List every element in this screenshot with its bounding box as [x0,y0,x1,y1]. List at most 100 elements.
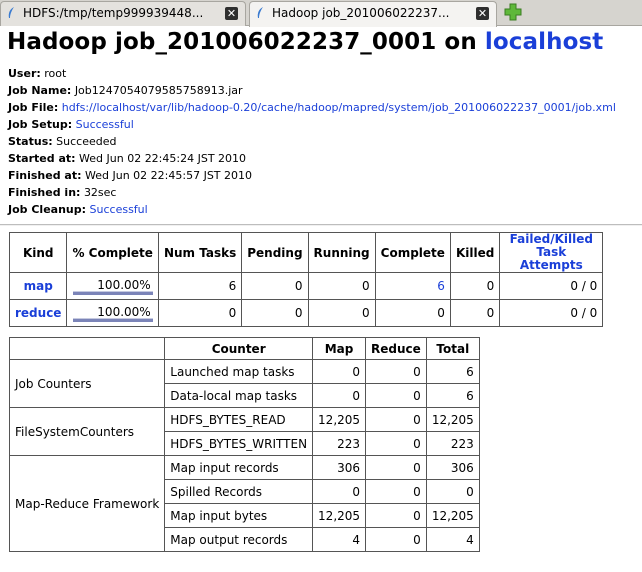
info-label: Finished at: [8,169,82,182]
reduce-value: 0 [365,503,427,528]
divider [0,224,642,226]
tab-hadoop-job[interactable]: Hadoop job_201006022237... ✕ [249,1,497,27]
feather-favicon-icon [8,7,14,18]
col-kind: Kind [8,232,68,273]
close-tab-icon[interactable]: ✕ [225,7,238,20]
job-file-link[interactable]: hdfs://localhost/var/lib/hadoop-0.20/cac… [62,101,616,114]
info-label: Job File: [8,101,59,114]
reduce-kind-link[interactable]: reduce [15,306,61,320]
host-link[interactable]: localhost [485,29,603,55]
col-counter: Counter [164,337,314,360]
info-label: Started at: [8,152,76,165]
reduce-value: 0 [365,407,427,432]
close-tab-icon[interactable]: ✕ [476,7,489,20]
total-value: 0 [425,479,480,504]
killed-cell: 0 [449,272,501,300]
percent-text: 100.00% [97,278,151,292]
info-label: User: [8,67,41,80]
counter-name: Map input bytes [164,503,314,528]
reduce-value: 0 [365,455,427,480]
reduce-value: 0 [365,383,427,408]
job-cleanup-link[interactable]: Successful [90,203,148,216]
counters-table: Counter Map Reduce Total Job Counters La… [8,337,480,552]
counter-name: Spilled Records [164,479,314,504]
pending-cell: 0 [241,299,309,327]
col-total: Total [425,337,480,360]
kind-cell: reduce [8,299,68,327]
progress-fill [72,318,153,322]
col-killed: Killed [449,232,501,273]
table-header-row: Kind % Complete Num Tasks Pending Runnin… [8,232,604,273]
total-value: 306 [425,455,480,480]
total-value: 223 [425,431,480,456]
killed-cell: 0 [449,299,501,327]
table-row: Map-Reduce Framework Map input records 3… [8,455,480,552]
total-value: 12,205 [425,503,480,528]
counter-name: Map input records [164,455,314,480]
failed-cell: 0 / 0 [499,299,604,327]
info-label: Job Cleanup: [8,203,87,216]
status-value: Succeeded [56,135,117,148]
new-tab-plus-icon[interactable] [504,3,522,21]
col-complete: Complete [374,232,451,273]
progress-fill [72,291,153,295]
col-failed-killed: Failed/Killed Task Attempts [499,232,604,273]
progress-bar: 100.00% [72,277,153,295]
group-cell: Map-Reduce Framework [8,455,166,552]
info-label: Status: [8,135,53,148]
tab-label: HDFS:/tmp/temp999939448... [23,6,204,20]
col-num-tasks: Num Tasks [157,232,243,273]
browser-tab-bar: HDFS:/tmp/temp999939448... ✕ Hadoop job_… [0,0,642,27]
reduce-value: 0 [365,359,427,384]
finished-value: Wed Jun 02 22:45:57 JST 2010 [85,169,253,182]
map-value: 306 [312,455,367,480]
counter-name: Map output records [164,527,314,552]
num-tasks-cell: 0 [157,299,243,327]
total-value: 4 [425,527,480,552]
title-prefix: Hadoop job_201006022237_0001 on [7,29,485,55]
percent-cell: 100.00% [66,299,159,327]
total-value: 12,205 [425,407,480,432]
tab-hdfs[interactable]: HDFS:/tmp/temp999939448... ✕ [0,1,246,26]
map-kind-link[interactable]: map [24,279,53,293]
table-row: map 100.00% 6 0 0 6 0 0 / 0 [8,272,604,300]
feather-favicon-icon [257,7,263,18]
counter-name: HDFS_BYTES_WRITTEN [164,431,314,456]
counter-name: Data-local map tasks [164,383,314,408]
job-name-value: Job1247054079585758913.jar [74,84,243,97]
page-title: Hadoop job_201006022237_0001 on localhos… [7,29,603,55]
total-value: 6 [425,359,480,384]
running-cell: 0 [307,272,376,300]
job-info: User: root Job Name: Job1247054079585758… [8,65,616,218]
progress-bar: 100.00% [72,304,153,322]
info-label: Job Name: [8,84,72,97]
map-value: 223 [312,431,367,456]
col-running: Running [307,232,376,273]
pending-cell: 0 [241,272,309,300]
counter-name: Launched map tasks [164,359,314,384]
finished-in-value: 32sec [83,186,117,199]
group-cell: Job Counters [8,359,166,408]
reduce-value: 0 [365,527,427,552]
failed-killed-attempts-link[interactable]: Failed/Killed Task Attempts [505,233,597,272]
map-value: 0 [312,383,367,408]
num-tasks-cell: 6 [157,272,243,300]
user-value: root [44,67,67,80]
map-value: 12,205 [312,407,367,432]
col-map: Map [312,337,367,360]
col-percent-complete: % Complete [66,232,159,273]
table-row: reduce 100.00% 0 0 0 0 0 0 / 0 [8,299,604,327]
map-value: 0 [312,479,367,504]
total-value: 6 [425,383,480,408]
col-group [8,337,166,360]
table-row: FileSystemCounters HDFS_BYTES_READ 12,20… [8,407,480,456]
percent-cell: 100.00% [66,272,159,300]
counter-name: HDFS_BYTES_READ [164,407,314,432]
job-setup-link[interactable]: Successful [76,118,134,131]
reduce-value: 0 [365,479,427,504]
map-value: 12,205 [312,503,367,528]
map-complete-link[interactable]: 6 [437,279,445,293]
complete-cell: 0 [374,299,451,327]
kind-cell: map [8,272,68,300]
failed-cell: 0 / 0 [499,272,604,300]
